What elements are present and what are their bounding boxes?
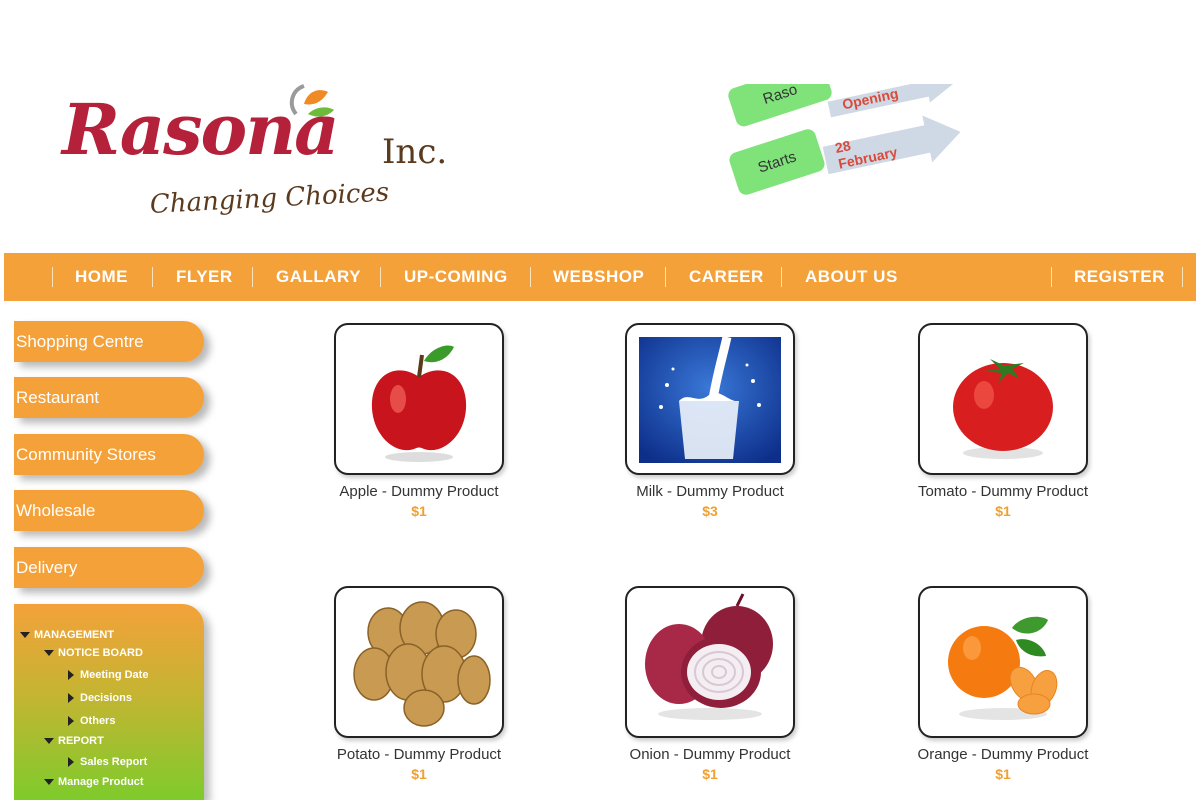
nav-divider	[530, 267, 531, 287]
opening-promo-banner[interactable]: Raso Opening Starts 28 February	[720, 84, 980, 204]
product-image[interactable]	[625, 586, 795, 738]
tree-manage-product[interactable]: Manage Product	[44, 776, 144, 788]
nav-flyer[interactable]: FLYER	[176, 253, 233, 301]
tree-others[interactable]: Others	[68, 715, 115, 727]
product-name[interactable]: Potato - Dummy Product	[299, 746, 539, 763]
nav-webshop[interactable]: WEBSHOP	[553, 253, 644, 301]
caret-right-icon	[68, 716, 74, 726]
product-price: $1	[411, 766, 427, 782]
brand-name: Rasona	[62, 88, 339, 171]
product-card: Apple - Dummy Product $1	[299, 323, 539, 533]
tree-sales-report[interactable]: Sales Report	[68, 756, 147, 768]
sidebar-delivery[interactable]: Delivery	[14, 547, 204, 588]
product-price: $1	[411, 503, 427, 519]
product-name[interactable]: Tomato - Dummy Product	[883, 483, 1123, 500]
nav-divider	[380, 267, 381, 287]
tree-notice-board[interactable]: NOTICE BOARD	[44, 647, 143, 659]
nav-divider	[781, 267, 782, 287]
milk-image	[639, 336, 781, 463]
tree-report[interactable]: REPORT	[44, 735, 104, 747]
nav-career[interactable]: CAREER	[689, 253, 764, 301]
product-image[interactable]	[918, 323, 1088, 475]
product-image[interactable]	[918, 586, 1088, 738]
brand-logo[interactable]: Rasona Inc. Changing Choices	[60, 84, 480, 234]
onion-image	[645, 593, 773, 720]
nav-register[interactable]: REGISTER	[1074, 253, 1165, 301]
promo-tag-top: Raso	[726, 84, 834, 129]
promo-tag-bottom: Starts	[727, 127, 827, 197]
sidebar-community-stores[interactable]: Community Stores	[14, 434, 204, 475]
tree-management[interactable]: MANAGEMENT	[20, 629, 114, 641]
product-price: $1	[995, 766, 1011, 782]
sidebar-shopping-centre[interactable]: Shopping Centre	[14, 321, 204, 362]
apple-image	[371, 345, 467, 462]
caret-down-icon	[44, 738, 54, 744]
caret-down-icon	[44, 779, 54, 785]
product-image[interactable]	[334, 323, 504, 475]
management-tree: MANAGEMENT NOTICE BOARD Meeting Date Dec…	[14, 604, 204, 800]
product-price: $1	[995, 503, 1011, 519]
product-name[interactable]: Apple - Dummy Product	[299, 483, 539, 500]
caret-right-icon	[68, 670, 74, 680]
sidebar-wholesale[interactable]: Wholesale	[14, 490, 204, 531]
nav-divider	[1051, 267, 1052, 287]
nav-about-us[interactable]: ABOUT US	[805, 253, 898, 301]
nav-divider	[1182, 267, 1183, 287]
sidebar-restaurant[interactable]: Restaurant	[14, 377, 204, 418]
product-price: $1	[702, 766, 718, 782]
orange-image	[948, 616, 1058, 720]
product-card: Onion - Dummy Product $1	[590, 586, 830, 796]
potato-image	[353, 601, 491, 727]
brand-tagline: Changing Choices	[149, 177, 390, 220]
product-image[interactable]	[625, 323, 795, 475]
tomato-image	[953, 359, 1053, 459]
caret-right-icon	[68, 757, 74, 767]
nav-gallary[interactable]: GALLARY	[276, 253, 361, 301]
nav-divider	[152, 267, 153, 287]
tree-meeting-date[interactable]: Meeting Date	[68, 669, 148, 681]
main-nav: HOME FLYER GALLARY UP-COMING WEBSHOP CAR…	[4, 253, 1196, 301]
product-card: Tomato - Dummy Product $1	[883, 323, 1123, 533]
product-card: Milk - Dummy Product $3	[590, 323, 830, 533]
caret-right-icon	[68, 693, 74, 703]
caret-down-icon	[44, 650, 54, 656]
product-price: $3	[702, 503, 718, 519]
nav-divider	[252, 267, 253, 287]
nav-divider	[665, 267, 666, 287]
product-image[interactable]	[334, 586, 504, 738]
product-name[interactable]: Onion - Dummy Product	[590, 746, 830, 763]
nav-upcoming[interactable]: UP-COMING	[404, 253, 508, 301]
nav-divider	[52, 267, 53, 287]
caret-down-icon	[20, 632, 30, 638]
product-name[interactable]: Orange - Dummy Product	[883, 746, 1123, 763]
product-name[interactable]: Milk - Dummy Product	[590, 483, 830, 500]
product-card: Potato - Dummy Product $1	[299, 586, 539, 796]
brand-suffix: Inc.	[382, 132, 448, 172]
tree-decisions[interactable]: Decisions	[68, 692, 132, 704]
product-card: Orange - Dummy Product $1	[883, 586, 1123, 796]
nav-home[interactable]: HOME	[75, 253, 128, 301]
